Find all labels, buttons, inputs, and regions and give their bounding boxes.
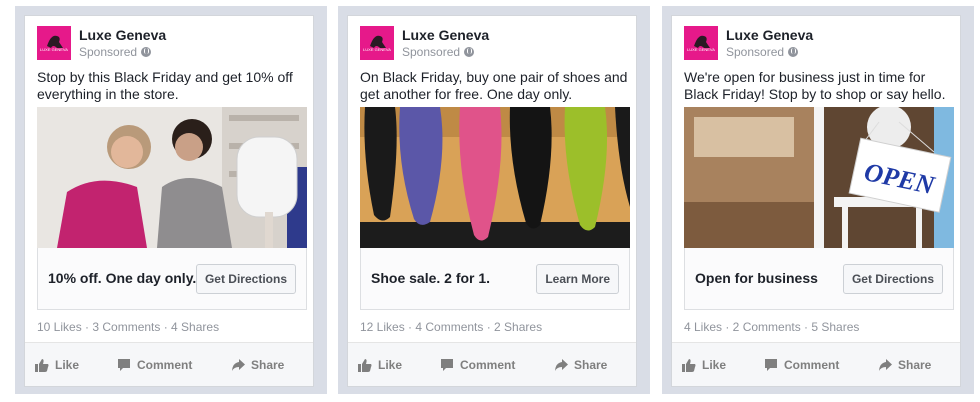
comment-icon	[118, 359, 130, 371]
action-bar: Like Comment Share	[672, 343, 960, 386]
ad-panel-1: LUXE GENEVA Luxe Geneva Sponsored Stop b…	[15, 6, 327, 394]
sponsored-text: Sponsored	[402, 45, 461, 59]
like-label: Like	[378, 358, 403, 372]
ad-header: LUXE GENEVA Luxe Geneva Sponsored	[360, 26, 630, 62]
share-icon	[879, 359, 892, 371]
ad-card: LUXE GENEVA Luxe Geneva Sponsored On Bla…	[347, 15, 637, 387]
comment-button[interactable]: Comment	[440, 356, 515, 374]
engagement-stats[interactable]: 10 Likes · 3 Comments · 4 Shares	[37, 320, 219, 334]
thumbs-up-icon	[682, 359, 696, 372]
logo-text: LUXE GENEVA	[363, 47, 391, 52]
ad-panel-3: LUXE GENEVA Luxe Geneva Sponsored We're …	[662, 6, 974, 394]
high-heels-photo	[360, 107, 630, 248]
ad-cta-box: Open for business Get Directions	[684, 248, 954, 310]
share-icon	[232, 359, 245, 371]
shoe-logo-icon	[47, 35, 63, 48]
comment-label: Comment	[137, 358, 193, 372]
ad-card: LUXE GENEVA Luxe Geneva Sponsored We're …	[671, 15, 961, 387]
like-button[interactable]: Like	[35, 356, 79, 374]
ad-cta-box: 10% off. One day only. Get Directions	[37, 248, 307, 310]
logo-text: LUXE GENEVA	[40, 47, 68, 52]
comment-button[interactable]: Comment	[117, 356, 192, 374]
ad-cta-box: Shoe sale. 2 for 1. Learn More	[360, 248, 630, 310]
globe-icon	[788, 47, 799, 57]
share-icon	[555, 359, 568, 371]
ad-header: LUXE GENEVA Luxe Geneva Sponsored	[37, 26, 307, 62]
ad-header: LUXE GENEVA Luxe Geneva Sponsored	[684, 26, 954, 62]
page-name-link[interactable]: Luxe Geneva	[79, 27, 166, 43]
ad-message: On Black Friday, buy one pair of shoes a…	[360, 69, 628, 102]
logo-text: LUXE GENEVA	[687, 47, 715, 52]
comment-label: Comment	[784, 358, 840, 372]
ad-image[interactable]	[360, 107, 630, 248]
thumbs-up-icon	[35, 359, 49, 372]
ad-message: Stop by this Black Friday and get 10% of…	[37, 69, 293, 102]
page-name-link[interactable]: Luxe Geneva	[726, 27, 813, 43]
ad-headline: Open for business	[695, 270, 818, 286]
action-bar: Like Comment Share	[25, 343, 313, 386]
comment-icon	[765, 359, 777, 371]
thumbs-up-icon	[358, 359, 372, 372]
shoe-logo-icon	[370, 35, 386, 48]
engagement-stats[interactable]: 4 Likes · 2 Comments · 5 Shares	[684, 320, 859, 334]
learn-more-button[interactable]: Learn More	[536, 264, 619, 294]
sponsored-label: Sponsored	[402, 45, 475, 59]
like-label: Like	[702, 358, 727, 372]
action-bar: Like Comment Share	[348, 343, 636, 386]
like-label: Like	[55, 358, 80, 372]
share-label: Share	[251, 358, 285, 372]
globe-icon	[141, 47, 152, 57]
open-sign-photo: OPEN	[684, 107, 954, 248]
globe-icon	[464, 47, 475, 57]
page-logo[interactable]: LUXE GENEVA	[37, 26, 71, 60]
ad-headline: 10% off. One day only.	[48, 270, 197, 286]
share-label: Share	[574, 358, 608, 372]
comment-icon	[441, 359, 453, 371]
sponsored-label: Sponsored	[79, 45, 152, 59]
share-button[interactable]: Share	[878, 356, 931, 374]
engagement-stats[interactable]: 12 Likes · 4 Comments · 2 Shares	[360, 320, 542, 334]
share-button[interactable]: Share	[231, 356, 284, 374]
women-shopping-photo	[37, 107, 307, 248]
ad-image[interactable]	[37, 107, 307, 248]
get-directions-button[interactable]: Get Directions	[195, 264, 296, 294]
page-logo[interactable]: LUXE GENEVA	[360, 26, 394, 60]
like-button[interactable]: Like	[358, 356, 402, 374]
ad-message: We're open for business just in time for…	[684, 69, 946, 102]
like-button[interactable]: Like	[682, 356, 726, 374]
ad-panel-2: LUXE GENEVA Luxe Geneva Sponsored On Bla…	[338, 6, 650, 394]
comment-button[interactable]: Comment	[764, 356, 839, 374]
sponsored-text: Sponsored	[79, 45, 138, 59]
sponsored-label: Sponsored	[726, 45, 799, 59]
ad-card: LUXE GENEVA Luxe Geneva Sponsored Stop b…	[24, 15, 314, 387]
page-name-link[interactable]: Luxe Geneva	[402, 27, 489, 43]
ad-headline: Shoe sale. 2 for 1.	[371, 270, 491, 286]
shoe-logo-icon	[694, 35, 710, 48]
sponsored-text: Sponsored	[726, 45, 785, 59]
comment-label: Comment	[460, 358, 516, 372]
share-button[interactable]: Share	[554, 356, 607, 374]
ad-image[interactable]: OPEN	[684, 107, 954, 248]
get-directions-button[interactable]: Get Directions	[842, 264, 943, 294]
share-label: Share	[898, 358, 932, 372]
page-logo[interactable]: LUXE GENEVA	[684, 26, 718, 60]
